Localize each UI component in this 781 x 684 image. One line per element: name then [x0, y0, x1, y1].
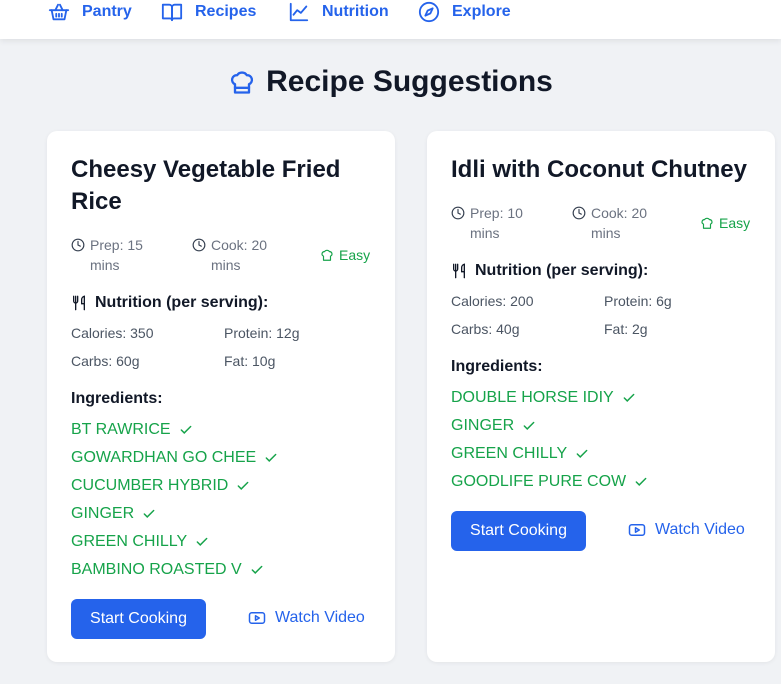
ingredient-name: GREEN CHILLY	[451, 445, 568, 462]
cook-time: Cook: 20 mins	[572, 203, 662, 243]
nutrition-title: Nutrition (per serving):	[475, 262, 649, 279]
compass-icon	[418, 1, 440, 23]
recipe-title: Idli with Coconut Chutney	[451, 156, 747, 183]
watch-video-label: Watch Video	[655, 521, 745, 538]
cook-text: Cook: 20 mins	[211, 237, 268, 273]
difficulty-text: Easy	[339, 247, 371, 263]
start-cooking-button[interactable]: Start Cooking	[71, 599, 206, 639]
clock-icon	[71, 238, 85, 252]
ingredient-name: GINGER	[451, 417, 515, 434]
chef-hat-icon	[231, 71, 254, 94]
check-icon	[635, 477, 647, 486]
nav-label: Nutrition	[322, 3, 389, 20]
check-icon	[237, 481, 249, 490]
clock-icon	[192, 238, 206, 252]
nutrition-heading: Nutrition (per serving):	[451, 262, 648, 280]
ingredient-item: CUCUMBER HYBRID	[71, 477, 250, 495]
nav-item-nutrition[interactable]: Nutrition	[288, 0, 389, 24]
cook-time: Cook: 20 mins	[192, 235, 282, 275]
ingredient-name: GOWARDHAN GO CHEE	[71, 449, 257, 466]
ingredient-name: CUCUMBER HYBRID	[71, 477, 229, 494]
nav-item-recipes[interactable]: Recipes	[161, 0, 256, 24]
fat-value: Fat: 10g	[224, 353, 276, 369]
prep-text: Prep: 10 mins	[470, 205, 523, 241]
protein-value: Protein: 6g	[604, 293, 672, 309]
difficulty-badge: Easy	[320, 245, 370, 265]
ingredient-name: BAMBINO ROASTED V	[71, 561, 242, 578]
ingredient-item: GINGER	[451, 417, 536, 435]
clock-icon	[451, 206, 465, 220]
chef-hat-icon	[701, 217, 713, 229]
basket-icon	[48, 3, 70, 21]
ingredient-name: BT RAWRICE	[71, 421, 171, 438]
recipe-card: Idli with Coconut Chutney Prep: 10 mins …	[427, 131, 775, 662]
check-icon	[251, 565, 263, 574]
difficulty-text: Easy	[719, 215, 751, 231]
nav-item-explore[interactable]: Explore	[418, 0, 511, 24]
check-icon	[523, 421, 535, 430]
recipe-card: Cheesy Vegetable Fried Rice Prep: 15 min…	[47, 131, 395, 662]
ingredient-item: DOUBLE HORSE IDIY	[451, 389, 636, 407]
nav-label: Explore	[452, 3, 511, 20]
video-play-icon	[628, 524, 646, 536]
nav-item-pantry[interactable]: Pantry	[48, 0, 132, 24]
ingredient-name: GINGER	[71, 505, 135, 522]
ingredients-heading: Ingredients:	[71, 390, 163, 407]
prep-time: Prep: 15 mins	[71, 235, 161, 275]
carbs-value: Carbs: 60g	[71, 353, 140, 369]
nav-label: Pantry	[82, 3, 132, 20]
page-title-text: Recipe Suggestions	[266, 65, 553, 98]
check-icon	[576, 449, 588, 458]
watch-video-button[interactable]: Watch Video	[628, 521, 745, 539]
recipe-title: Cheesy Vegetable Fried Rice	[71, 156, 341, 215]
page-title: Recipe Suggestions	[0, 62, 781, 102]
prep-time: Prep: 10 mins	[451, 203, 541, 243]
calories-value: Calories: 200	[451, 293, 534, 309]
utensils-icon	[453, 263, 465, 279]
nutrition-heading: Nutrition (per serving):	[71, 294, 268, 312]
ingredients-heading: Ingredients:	[451, 358, 543, 375]
fat-value: Fat: 2g	[604, 321, 648, 337]
check-icon	[180, 425, 191, 434]
prep-text: Prep: 15 mins	[90, 237, 143, 273]
carbs-value: Carbs: 40g	[451, 321, 520, 337]
chef-hat-icon	[321, 249, 333, 261]
chart-line-icon	[289, 2, 309, 22]
calories-value: Calories: 350	[71, 325, 154, 341]
video-play-icon	[248, 612, 266, 624]
watch-video-button[interactable]: Watch Video	[248, 609, 365, 627]
clock-icon	[572, 206, 586, 220]
top-navigation: Pantry Recipes Nutrition Explore	[0, 0, 781, 39]
check-icon	[196, 537, 208, 546]
watch-video-label: Watch Video	[275, 609, 365, 626]
nav-label: Recipes	[195, 3, 257, 20]
ingredient-item: BAMBINO ROASTED V	[71, 561, 264, 579]
check-icon	[623, 393, 635, 402]
ingredient-name: DOUBLE HORSE IDIY	[451, 389, 614, 406]
ingredient-item: GREEN CHILLY	[451, 445, 589, 463]
book-icon	[161, 3, 183, 22]
protein-value: Protein: 12g	[224, 325, 300, 341]
ingredient-item: GOWARDHAN GO CHEE	[71, 449, 278, 467]
ingredient-item: GOODLIFE PURE COW	[451, 473, 648, 491]
ingredient-item: GREEN CHILLY	[71, 533, 209, 551]
utensils-icon	[73, 295, 85, 311]
ingredient-item: GINGER	[71, 505, 156, 523]
ingredient-item: BT RAWRICE	[71, 421, 193, 439]
check-icon	[143, 509, 155, 518]
cook-text: Cook: 20 mins	[591, 205, 648, 241]
check-icon	[265, 453, 277, 462]
ingredient-name: GOODLIFE PURE COW	[451, 473, 627, 490]
difficulty-badge: Easy	[700, 213, 750, 233]
ingredient-name: GREEN CHILLY	[71, 533, 188, 550]
start-cooking-button[interactable]: Start Cooking	[451, 511, 586, 551]
nutrition-title: Nutrition (per serving):	[95, 294, 269, 311]
